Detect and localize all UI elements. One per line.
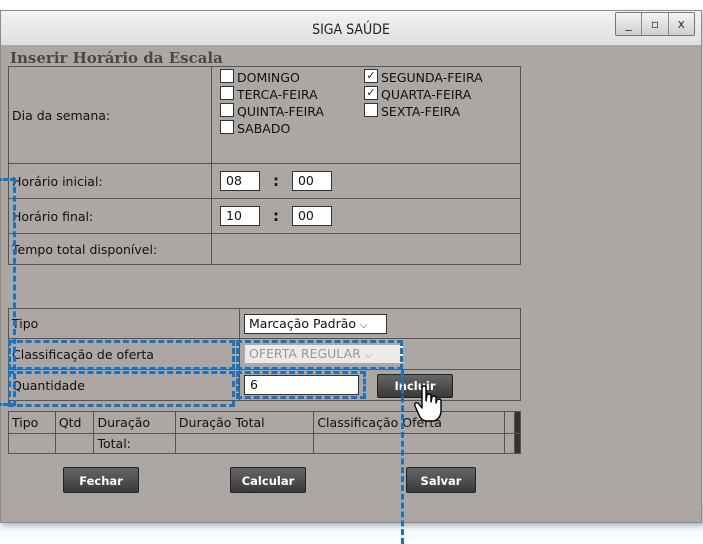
window-controls: _ ▫ x [615,12,695,36]
schedule-table: Dia da semana: DOMINGO ✓ SEGUNDA-FEIRA TE… [8,66,521,265]
fechar-button[interactable]: Fechar [63,467,139,493]
day-sexta[interactable]: SEXTA-FEIRA [364,103,514,119]
day-domingo[interactable]: DOMINGO [220,69,364,85]
time-separator: : [272,207,279,225]
siga-window: SIGA SAÚDE _ ▫ x Inserir Horário da Esca… [0,10,702,523]
end-minute-input[interactable]: 00 [291,206,332,226]
start-minute-input[interactable]: 00 [291,171,332,191]
checkbox-icon[interactable] [220,86,234,100]
scrollbar[interactable] [513,411,522,434]
end-time-cell: 10 : 00 [211,198,521,234]
tipo-cell: Marcação Padrão ⌵ [239,308,521,339]
total-time-label: Tempo total disponível: [8,233,212,265]
start-time-cell: 08 : 00 [211,163,521,199]
day-terca[interactable]: TERCA-FEIRA [220,86,364,102]
checkbox-checked-icon[interactable]: ✓ [364,86,378,100]
grid-header-tipo: Tipo [8,411,56,434]
highlight-connector-line [401,370,404,544]
day-quinta[interactable]: QUINTA-FEIRA [220,103,364,119]
end-hour-input[interactable]: 10 [220,206,260,226]
total-time-value [211,233,521,265]
days-cell: DOMINGO ✓ SEGUNDA-FEIRA TERCA-FEIRA ✓ QUAR… [211,66,521,164]
highlight-quantidade-label [8,371,235,407]
minimize-button[interactable]: _ [616,13,643,35]
grid-header-duracao-total: Duração Total [174,411,315,434]
day-quarta[interactable]: ✓ QUARTA-FEIRA [364,86,514,102]
title-bar[interactable]: SIGA SAÚDE _ ▫ x [1,11,701,45]
highlight-quantidade-input [236,371,366,399]
tipo-select[interactable]: Marcação Padrão ⌵ [244,313,387,334]
highlight-classificacao-select [236,340,403,370]
grid-header-classificacao: Classificação Oferta [313,411,505,434]
window-title: SIGA SAÚDE [312,22,390,38]
section-title: Inserir Horário da Escala [10,49,223,67]
checkbox-checked-icon[interactable]: ✓ [364,69,378,83]
start-time-label: Horário inicial: [8,163,212,199]
hand-cursor-icon [414,385,442,422]
calcular-button[interactable]: Calcular [230,467,306,493]
maximize-button[interactable]: ▫ [642,13,669,35]
start-hour-input[interactable]: 08 [220,171,260,191]
grid-header-qtd: Qtd [54,411,95,434]
checkbox-icon[interactable] [220,120,234,134]
grid-header-duracao: Duração [93,411,176,434]
salvar-button[interactable]: Salvar [406,467,476,493]
close-button[interactable]: x [669,13,694,35]
highlight-classificacao-label [8,340,235,370]
day-segunda[interactable]: ✓ SEGUNDA-FEIRA [364,69,514,85]
days-label: Dia da semana: [8,66,212,164]
day-sabado[interactable]: SABADO [220,120,364,136]
checkbox-icon[interactable] [220,103,234,117]
checkbox-icon[interactable] [220,69,234,83]
chevron-down-icon: ⌵ [360,319,368,331]
tipo-label: Tipo [8,308,240,339]
end-time-label: Horário final: [8,198,212,234]
checkbox-icon[interactable] [364,103,378,117]
grid-total-label: Total: [93,433,176,454]
time-separator: : [272,172,279,190]
